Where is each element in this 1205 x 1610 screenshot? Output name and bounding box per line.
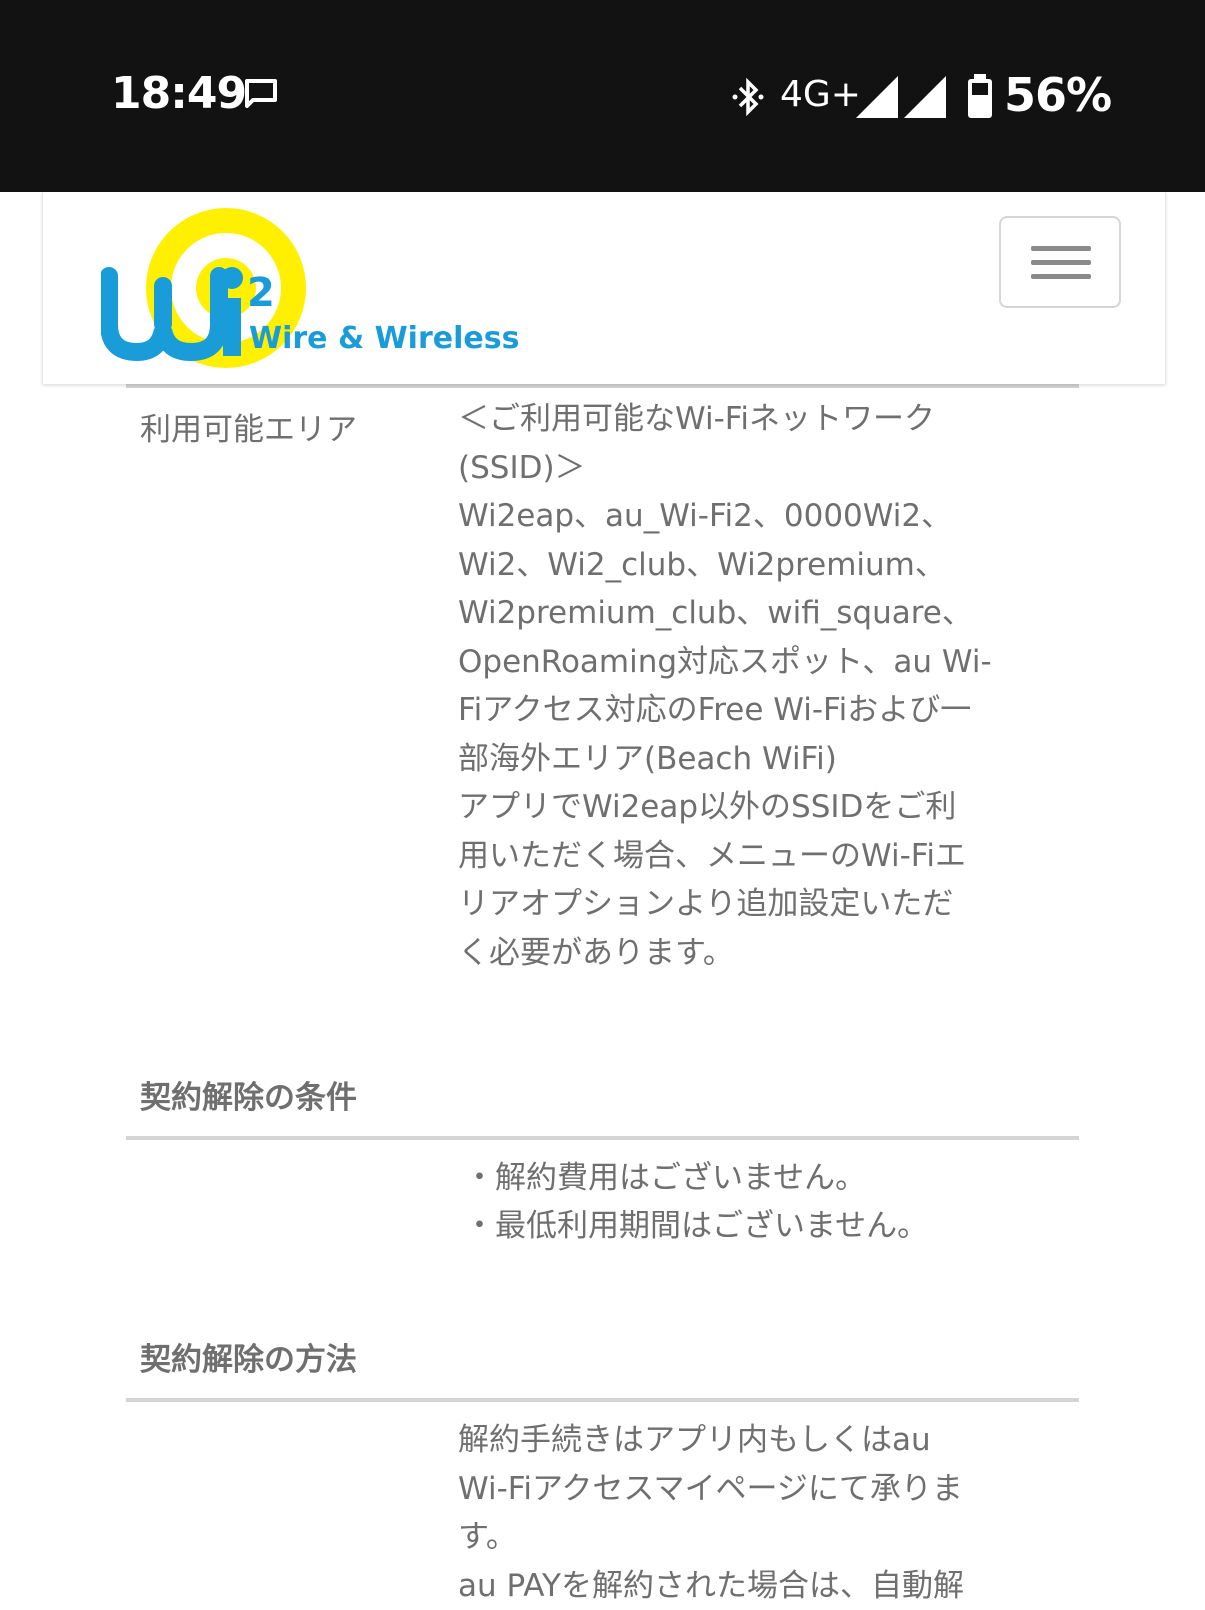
available-area-line: 部海外エリア(Beach WiFi) (458, 735, 1018, 784)
wi2-logo[interactable]: 2 Wire & Wireless (101, 206, 561, 376)
cancel-condition-item: 最低利用期間はございません。 (464, 1202, 928, 1250)
available-area-line: (SSID)＞ (458, 444, 1018, 493)
message-notification-icon (244, 78, 278, 108)
available-area-line: 用いただく場合、メニューのWi-Fiエ (458, 832, 1018, 881)
available-area-line: Wi2eap、au_Wi-Fi2、0000Wi2、 (458, 492, 1018, 541)
available-area-line: アプリでWi2eap以外のSSIDをご利 (458, 783, 1018, 832)
available-area-value: ＜ご利用可能なWi-Fiネットワーク (SSID)＞ Wi2eap、au_Wi-… (458, 395, 1018, 977)
status-bar: 18:49 4G+ 56% (0, 0, 1205, 192)
cancel-method-line: Wi-Fiアクセスマイページにて承りま (458, 1465, 1018, 1514)
signal-icon (856, 76, 898, 118)
signal-icon-2 (904, 76, 946, 118)
available-area-line: Wi2premium_club、wifi_square、 (458, 589, 1018, 638)
cancel-method-line: す。 (458, 1513, 1018, 1562)
available-area-label: 利用可能エリア (140, 404, 357, 449)
cancel-condition-item: 解約費用はございません。 (464, 1154, 928, 1202)
cancel-conditions-list: 解約費用はございません。 最低利用期間はございません。 (464, 1154, 928, 1250)
bluetooth-icon (730, 78, 766, 116)
cancel-conditions-heading: 契約解除の条件 (140, 1072, 357, 1117)
divider (126, 384, 1079, 388)
available-area-line: Fiアクセス対応のFree Wi-Fiおよび一 (458, 686, 1018, 735)
divider (126, 1398, 1079, 1402)
hamburger-menu-button[interactable] (999, 216, 1121, 308)
available-area-line: OpenRoaming対応スポット、au Wi- (458, 638, 1018, 687)
available-area-line: く必要があります。 (458, 929, 1018, 978)
site-header: 2 Wire & Wireless (42, 192, 1166, 384)
network-type: 4G+ (780, 74, 861, 115)
cancel-method-line: au PAYを解約された場合は、自動解 (458, 1562, 1018, 1610)
available-area-line: ＜ご利用可能なWi-Fiネットワーク (458, 395, 1018, 444)
battery-percent: 56% (1004, 68, 1111, 122)
cancel-method-line: 解約手続きはアプリ内もしくはau (458, 1416, 1018, 1465)
cancel-method-value: 解約手続きはアプリ内もしくはau Wi-Fiアクセスマイページにて承りま す。 … (458, 1416, 1018, 1610)
cancel-method-heading: 契約解除の方法 (140, 1334, 357, 1379)
logo-text: Wire & Wireless (249, 321, 519, 356)
svg-text:2: 2 (247, 270, 275, 316)
available-area-line: リアオプションより追加設定いただ (458, 880, 1018, 929)
status-time: 18:49 (111, 68, 246, 119)
battery-icon (966, 74, 994, 120)
divider (126, 1136, 1079, 1140)
available-area-line: Wi2、Wi2_club、Wi2premium、 (458, 541, 1018, 590)
